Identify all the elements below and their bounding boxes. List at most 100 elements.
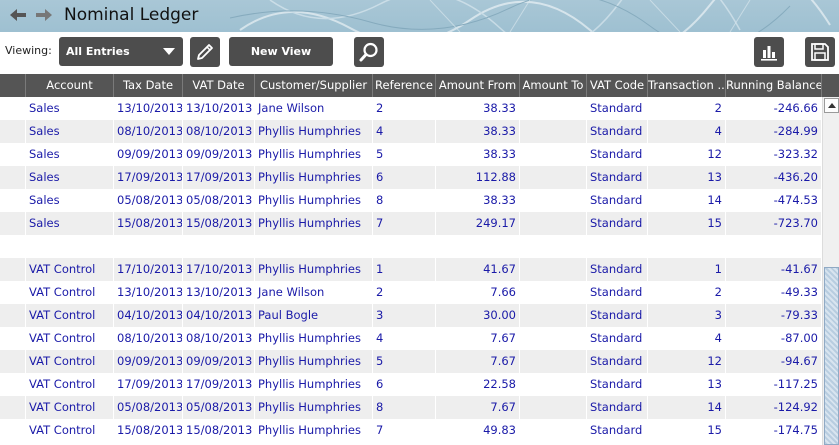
vat-code-cell: Standard <box>587 304 648 327</box>
table-row[interactable]: VAT Control 17/09/2013 17/09/2013 Phyllis H… <box>0 373 822 396</box>
vat-code-cell <box>587 235 648 258</box>
save-button[interactable] <box>805 37 835 67</box>
account-cell: VAT Control <box>26 304 114 327</box>
reference-cell: 5 <box>373 143 436 166</box>
vat-code-cell: Standard <box>587 143 648 166</box>
row-selector-cell <box>0 419 26 442</box>
amount-from-cell: 38.33 <box>436 143 520 166</box>
row-selector-cell <box>0 166 26 189</box>
transaction-cell: 2 <box>648 281 726 304</box>
column-header-customer-supplier[interactable]: Customer/Supplier <box>255 74 373 97</box>
reference-cell: 8 <box>373 396 436 419</box>
scroll-up-button[interactable] <box>824 98 839 113</box>
customer-supplier-cell: Phyllis Humphries <box>255 212 373 235</box>
transaction-cell <box>648 235 726 258</box>
running-balance-cell: -723.70 <box>726 212 822 235</box>
table-row[interactable]: Sales 15/08/2013 15/08/2013 Phyllis Humphri… <box>0 212 822 235</box>
table-row[interactable]: VAT Control 17/10/2013 17/10/2013 Phyllis H… <box>0 258 822 281</box>
amount-to-cell <box>520 120 587 143</box>
row-selector-cell <box>0 281 26 304</box>
vat-date-cell: 15/08/2013 <box>183 419 255 442</box>
table-row[interactable]: Sales 05/08/2013 05/08/2013 Phyllis Humphri… <box>0 189 822 212</box>
forward-button[interactable] <box>36 8 52 22</box>
vertical-scrollbar[interactable] <box>822 97 839 445</box>
amount-to-cell <box>520 396 587 419</box>
table-row[interactable]: Sales 09/09/2013 09/09/2013 Phyllis Humphri… <box>0 143 822 166</box>
customer-supplier-cell: Phyllis Humphries <box>255 350 373 373</box>
back-button[interactable] <box>10 8 26 22</box>
reference-cell: 6 <box>373 166 436 189</box>
column-header-vat-date[interactable]: VAT Date <box>183 74 255 97</box>
column-header-vat-code[interactable]: VAT Code <box>587 74 648 97</box>
vat-code-cell: Standard <box>587 97 648 120</box>
save-disk-icon <box>811 43 829 61</box>
column-header-amount-to[interactable]: Amount To <box>520 74 587 97</box>
pencil-icon <box>197 44 213 60</box>
table-row[interactable]: VAT Control 09/09/2013 09/09/2013 Phyllis H… <box>0 350 822 373</box>
viewing-label: Viewing: <box>5 44 52 57</box>
new-view-button[interactable]: New View <box>229 37 333 66</box>
table-row[interactable]: VAT Control 13/10/2013 13/10/2013 Jane Wils… <box>0 281 822 304</box>
amount-from-cell: 7.67 <box>436 350 520 373</box>
reference-cell: 4 <box>373 120 436 143</box>
running-balance-cell <box>726 235 822 258</box>
forward-arrow-icon <box>36 9 52 21</box>
table-row[interactable]: Sales 17/09/2013 17/09/2013 Phyllis Humphri… <box>0 166 822 189</box>
vat-date-cell: 17/10/2013 <box>183 258 255 281</box>
customer-supplier-cell: Phyllis Humphries <box>255 327 373 350</box>
transaction-cell: 13 <box>648 166 726 189</box>
customer-supplier-cell: Phyllis Humphries <box>255 258 373 281</box>
account-cell: VAT Control <box>26 419 114 442</box>
row-selector-cell <box>0 97 26 120</box>
customer-supplier-cell: Phyllis Humphries <box>255 120 373 143</box>
vat-date-cell: 04/10/2013 <box>183 304 255 327</box>
amount-to-cell <box>520 304 587 327</box>
amount-to-cell <box>520 212 587 235</box>
customer-supplier-cell: Jane Wilson <box>255 281 373 304</box>
column-header-selector[interactable] <box>0 74 26 97</box>
amount-to-cell <box>520 258 587 281</box>
running-balance-cell: -284.99 <box>726 120 822 143</box>
table-row[interactable]: VAT Control 15/08/2013 15/08/2013 Phyllis H… <box>0 419 822 442</box>
row-selector-cell <box>0 189 26 212</box>
chevron-down-icon <box>163 48 175 55</box>
view-select-value: All Entries <box>66 45 130 58</box>
view-select[interactable]: All Entries <box>59 37 183 66</box>
column-header-account[interactable]: Account <box>26 74 114 97</box>
column-header-amount-from[interactable]: Amount From <box>436 74 520 97</box>
tax-date-cell <box>114 235 183 258</box>
table-row[interactable]: Sales 08/10/2013 08/10/2013 Phyllis Humphri… <box>0 120 822 143</box>
running-balance-cell: -41.67 <box>726 258 822 281</box>
customer-supplier-cell: Phyllis Humphries <box>255 143 373 166</box>
table-row[interactable]: VAT Control 08/10/2013 08/10/2013 Phyllis H… <box>0 327 822 350</box>
row-selector-cell <box>0 258 26 281</box>
column-header-tax-date[interactable]: Tax Date <box>114 74 183 97</box>
account-cell: VAT Control <box>26 350 114 373</box>
reference-cell: 8 <box>373 189 436 212</box>
amount-from-cell: 7.66 <box>436 281 520 304</box>
tax-date-cell: 13/10/2013 <box>114 281 183 304</box>
column-header-reference[interactable]: Reference <box>373 74 436 97</box>
transaction-cell: 15 <box>648 212 726 235</box>
amount-from-cell: 22.58 <box>436 373 520 396</box>
vat-date-cell: 08/10/2013 <box>183 120 255 143</box>
report-button[interactable] <box>754 37 784 67</box>
tax-date-cell: 15/08/2013 <box>114 419 183 442</box>
amount-to-cell <box>520 235 587 258</box>
table-row[interactable]: Sales 13/10/2013 13/10/2013 Jane Wilson 2 38.… <box>0 97 822 120</box>
grid-header: Account Tax Date VAT Date Customer/Suppl… <box>0 74 839 97</box>
column-header-running-balance[interactable]: Running Balance <box>726 74 822 97</box>
amount-to-cell <box>520 327 587 350</box>
amount-to-cell <box>520 350 587 373</box>
account-cell <box>26 235 114 258</box>
column-header-transaction[interactable]: Transaction ... <box>648 74 726 97</box>
table-row[interactable]: VAT Control 04/10/2013 04/10/2013 Paul Bogl… <box>0 304 822 327</box>
running-balance-cell: -87.00 <box>726 327 822 350</box>
scroll-thumb[interactable] <box>824 267 839 445</box>
table-row[interactable]: VAT Control 05/08/2013 05/08/2013 Phyllis H… <box>0 396 822 419</box>
search-button[interactable] <box>354 37 384 67</box>
table-row[interactable] <box>0 235 822 258</box>
tax-date-cell: 17/10/2013 <box>114 258 183 281</box>
edit-view-button[interactable] <box>190 37 220 67</box>
running-balance-cell: -79.33 <box>726 304 822 327</box>
